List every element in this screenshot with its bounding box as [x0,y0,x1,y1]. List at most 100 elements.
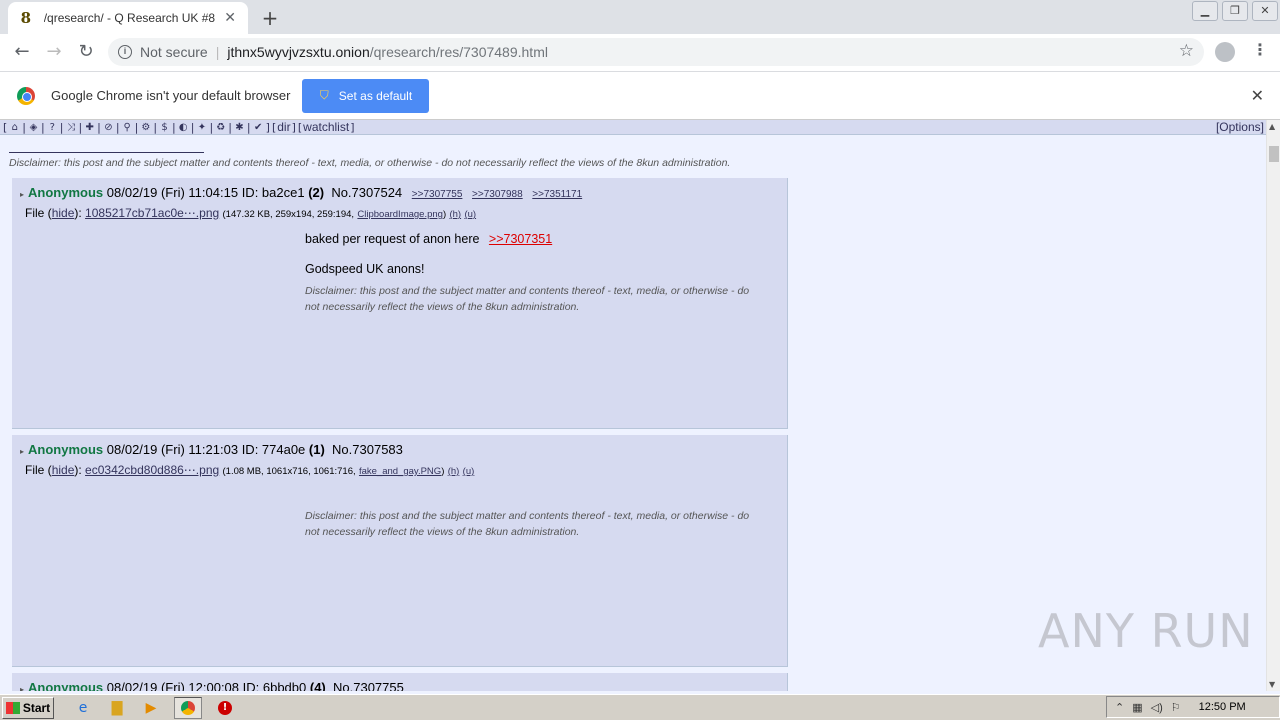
dir-link[interactable]: dir [277,120,290,134]
file-info: File (hide): ec0342cbd80d886⋯.png (1.08 … [25,463,475,477]
post-number[interactable]: No.7307755 [333,680,404,691]
url-separator: | [215,44,220,60]
poster-id[interactable]: ID: ba2ce1 [242,185,305,200]
volume-icon[interactable]: ◁) [1151,701,1163,714]
backlink[interactable]: >>7307755 [412,189,463,200]
quote-link[interactable]: >>7307351 [489,232,552,246]
post-number[interactable]: No.7307583 [332,442,403,457]
file-details: (147.32 KB, 259x194, 259:194, [222,209,355,220]
folder-icon[interactable]: ▇ [106,697,128,719]
post-header: ▸ Anonymous 08/02/19 (Fri) 11:04:15 ID: b… [20,185,582,200]
page-scrollbar[interactable]: ▲ ▼ [1266,120,1280,691]
minimize-window-button[interactable]: ▁ [1192,1,1218,21]
ban-icon[interactable]: ⊘ [102,122,115,133]
h-link[interactable]: (h) [449,209,461,220]
post-menu-arrow-icon[interactable]: ▸ [20,190,24,199]
internet-explorer-icon[interactable]: e [72,697,94,719]
chrome-taskbar-icon[interactable] [174,696,202,719]
tray-expand-icon[interactable]: ⌃ [1115,701,1124,714]
network-icon[interactable]: ▦ [1132,701,1142,714]
u-link[interactable]: (u) [463,466,475,477]
file-link[interactable]: 1085217cb71ac0e⋯.png [85,206,219,220]
clock[interactable]: 12:50 PM [1199,701,1246,713]
plus-icon[interactable]: ✚ [83,122,96,133]
post-text: baked per request of anon here [305,232,480,246]
chrome-menu-icon[interactable]: ⋮ [1252,40,1268,59]
back-icon[interactable]: ← [10,41,34,62]
alert-app-icon[interactable]: ! [214,697,236,719]
file-label: File [25,206,45,220]
check-icon[interactable]: ✔ [252,122,265,133]
flag-icon[interactable]: ⚐ [1171,701,1181,714]
start-label: Start [22,700,51,715]
scroll-thumb[interactable] [1269,146,1279,162]
reply-post: ▸ Anonymous 08/02/19 (Fri) 12:00:08 ID: 6… [12,673,788,691]
media-player-icon[interactable]: ▶ [140,697,162,719]
file-info: File (hide): 1085217cb71ac0e⋯.png (147.3… [25,206,477,220]
recycle-icon[interactable]: ♻ [214,122,227,133]
post-date: 08/02/19 (Fri) 12:00:08 [106,680,240,691]
hide-file-link[interactable]: hide [52,463,75,477]
reload-icon[interactable]: ↻ [74,41,98,62]
close-window-button[interactable]: ✕ [1252,1,1278,21]
post-date: 08/02/19 (Fri) 11:04:15 [106,185,239,200]
set-as-default-label: Set as default [338,88,413,103]
tab-strip: 8 /qresearch/ - Q Research UK #8: Bo ✕ +… [0,0,1280,34]
twitter-icon[interactable]: ✦ [195,122,208,133]
help-icon[interactable]: ? [46,122,59,133]
original-filename-link[interactable]: fake_and_gay.PNG [359,466,441,477]
post-menu-arrow-icon[interactable]: ▸ [20,447,24,456]
contrast-icon[interactable]: ◐ [177,122,190,133]
info-icon[interactable]: i [118,45,132,59]
post-number[interactable]: No.7307524 [331,185,402,200]
random-icon[interactable]: ⤨ [64,122,77,133]
file-link[interactable]: ec0342cbd80d886⋯.png [85,463,219,477]
post-menu-arrow-icon[interactable]: ▸ [20,685,24,691]
set-as-default-button[interactable]: ⛉ Set as default [302,78,430,113]
close-infobar-icon[interactable]: ✕ [1251,86,1264,106]
divider [9,152,204,153]
hide-file-link[interactable]: hide [52,206,75,220]
poster-id[interactable]: ID: 6bbdb0 [243,680,307,691]
post-date: 08/02/19 (Fri) 11:21:03 [106,442,239,457]
not-secure-label: Not secure [140,44,208,60]
poster-id[interactable]: ID: 774a0e [242,442,306,457]
options-link[interactable]: [Options] [1216,120,1264,134]
op-disclaimer: Disclaimer: this post and the subject ma… [9,157,731,169]
post-disclaimer: Disclaimer: this post and the subject ma… [305,508,781,540]
tags-icon[interactable]: ◈ [27,122,40,133]
restore-window-button[interactable]: ❐ [1222,1,1248,21]
bug-icon[interactable]: ✱ [233,122,246,133]
post-text: Godspeed UK anons! [305,262,425,276]
forward-icon[interactable]: → [42,41,66,62]
board-nav-bar: [ ⌂ | ◈ | ? | ⤨ | ✚ | ⊘ | ⚲ | ⚙ | $ | ◐ … [0,120,1266,135]
u-link[interactable]: (u) [464,209,476,220]
profile-avatar[interactable] [1215,42,1235,62]
address-bar[interactable]: i Not secure | jthnx5wyvjvzsxtu.onion/qr… [108,38,1204,66]
bookmark-star-icon[interactable]: ☆ [1179,41,1194,61]
search-icon[interactable]: ⚲ [121,122,134,133]
h-link[interactable]: (h) [448,466,460,477]
poster-name: Anonymous [28,185,104,200]
windows-taskbar: Start e ▇ ▶ ! ⌃ ▦ ◁) ⚐ 12:50 PM [0,694,1280,720]
post-disclaimer: Disclaimer: this post and the subject ma… [305,283,781,315]
id-post-count: (2) [308,185,325,200]
dollar-icon[interactable]: $ [158,122,171,133]
anyrun-watermark: ANY RUN [1038,604,1254,658]
new-tab-button[interactable]: + [260,6,280,30]
backlink[interactable]: >>7307988 [472,189,523,200]
close-tab-icon[interactable]: ✕ [222,10,238,26]
home-icon[interactable]: ⌂ [8,122,21,133]
original-filename-link[interactable]: ClipboardImage.png [357,209,443,220]
id-post-count: (1) [308,442,325,457]
settings-icon[interactable]: ⚙ [139,122,152,133]
infobar-message: Google Chrome isn't your default browser [51,88,291,103]
scroll-up-arrow-icon[interactable]: ▲ [1269,122,1275,131]
browser-tab[interactable]: 8 /qresearch/ - Q Research UK #8: Bo ✕ [8,2,248,34]
backlink[interactable]: >>7351171 [532,189,582,200]
start-button[interactable]: Start [2,696,54,719]
scroll-down-arrow-icon[interactable]: ▼ [1269,680,1275,689]
post-header: ▸ Anonymous 08/02/19 (Fri) 12:00:08 ID: 6… [20,680,404,691]
watchlist-link[interactable]: watchlist [303,120,349,134]
poster-name: Anonymous [28,442,104,457]
